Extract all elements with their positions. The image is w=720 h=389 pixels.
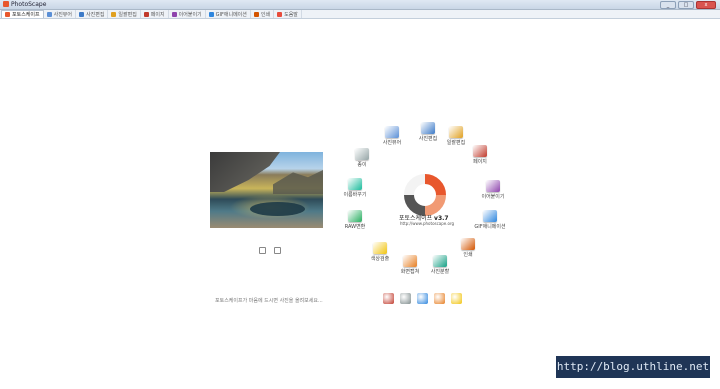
tab-6[interactable]: GIF애니메이션 — [206, 10, 251, 18]
ring-item-label: GIF애니메이션 — [474, 224, 506, 230]
tab-label: GIF애니메이션 — [215, 11, 247, 18]
ring-item-label: 사진뷰어 — [382, 140, 402, 146]
tab-icon — [208, 11, 214, 17]
tab-icon — [171, 11, 177, 17]
ring-item-icon — [483, 210, 497, 222]
hint-text: 포토스케이프가 마음에 드시면 사진을 올려보세요... — [215, 298, 323, 304]
photo-lake — [250, 202, 305, 216]
tab-bar: 포토스케이프 사진뷰어 사진편집 일괄편집 페이지 이어붙이기 GIF애니메이션 인쇄 도움말 — [0, 10, 720, 19]
tab-icon — [253, 11, 259, 17]
close-button[interactable]: x — [696, 1, 716, 9]
window-title: PhotoScape — [11, 1, 47, 8]
ring-item-12[interactable]: 사진뷰어 — [374, 126, 410, 146]
play-icon[interactable] — [274, 247, 281, 254]
tab-label: 페이지 — [150, 11, 165, 18]
tab-label: 포토스케이프 — [12, 12, 40, 18]
ring-item-icon — [348, 210, 362, 222]
tab-label: 도움말 — [284, 11, 298, 18]
tab-2[interactable]: 사진편집 — [76, 10, 109, 18]
tab-label: 이어붙이기 — [178, 11, 202, 18]
ring-item-icon — [473, 145, 487, 157]
tool-icon[interactable] — [400, 293, 411, 304]
ring-item-label: RAW변환 — [344, 224, 366, 230]
title-bar: PhotoScape _ □ x — [0, 0, 720, 10]
ring-item-4[interactable]: GIF애니메이션 — [472, 210, 508, 230]
tab-icon — [111, 11, 117, 17]
watermark: http://blog.uthline.net — [556, 356, 710, 378]
tab-icon — [143, 11, 149, 17]
tab-5[interactable]: 이어붙이기 — [169, 10, 206, 18]
ring-item-10[interactable]: 이름바꾸기 — [337, 178, 373, 198]
tab-icon — [277, 11, 283, 17]
ring-item-label: 사진편집 — [418, 136, 438, 142]
font-icon[interactable] — [383, 293, 394, 304]
ring-item-label: 사진분할 — [430, 269, 450, 275]
ring-item-label: 이어붙이기 — [481, 194, 505, 200]
ring-item-icon — [373, 242, 387, 254]
tab-3[interactable]: 일괄편집 — [108, 10, 141, 18]
tab-1[interactable]: 사진뷰어 — [44, 10, 77, 18]
ring-item-icon — [433, 255, 447, 267]
sample-photo[interactable] — [210, 152, 323, 228]
tab-label: 사진뷰어 — [53, 11, 73, 18]
ring-item-label: 색상검출 — [370, 256, 390, 262]
photo-ridge — [273, 170, 323, 194]
tab-label: 인쇄 — [260, 11, 271, 18]
ring-item-label: 이름바꾸기 — [343, 192, 367, 198]
ring-item-3[interactable]: 이어붙이기 — [475, 180, 511, 200]
refresh-icon[interactable] — [417, 293, 428, 304]
tab-4[interactable]: 페이지 — [141, 10, 169, 18]
ring-item-11[interactable]: 종이 — [344, 148, 380, 168]
ring-item-icon — [348, 178, 362, 190]
tab-label: 사진편집 — [86, 11, 105, 18]
ring-item-icon — [403, 255, 417, 267]
ring-item-icon — [449, 126, 463, 138]
tab-icon — [79, 11, 85, 17]
tab-8[interactable]: 도움말 — [274, 10, 302, 18]
ring-item-icon — [421, 122, 435, 134]
ring-item-9[interactable]: RAW변환 — [337, 210, 373, 230]
rotate-icon[interactable] — [259, 247, 266, 254]
ring-item-label: 화면캡쳐 — [400, 269, 420, 275]
ring-item-8[interactable]: 색상검출 — [362, 242, 398, 262]
ring-item-icon — [461, 238, 475, 250]
app-icon — [3, 1, 9, 7]
tab-0[interactable]: 포토스케이프 — [1, 10, 44, 18]
ring-item-icon — [355, 148, 369, 160]
gallery-icon[interactable] — [434, 293, 445, 304]
app-url[interactable]: http://www.photoscape.org — [400, 221, 454, 226]
maximize-button[interactable]: □ — [678, 1, 694, 9]
window-controls: _ □ x — [660, 1, 716, 9]
tab-label: 일괄편집 — [118, 11, 137, 18]
tab-7[interactable]: 인쇄 — [251, 10, 275, 18]
minimize-button[interactable]: _ — [660, 1, 676, 9]
ring-item-label: 인쇄 — [463, 252, 473, 258]
photo-mountain — [210, 152, 280, 192]
tab-icon — [5, 12, 10, 17]
ring-item-1[interactable]: 일괄편집 — [438, 126, 474, 146]
photo-controls — [259, 247, 281, 254]
ring-item-2[interactable]: 페이지 — [462, 145, 498, 165]
ring-item-icon — [385, 126, 399, 138]
bottom-toolbar — [383, 293, 462, 304]
sun-icon[interactable] — [451, 293, 462, 304]
ring-item-label: 종이 — [357, 162, 367, 168]
ring-item-icon — [486, 180, 500, 192]
ring-item-label: 페이지 — [473, 159, 487, 165]
tab-icon — [46, 11, 52, 17]
